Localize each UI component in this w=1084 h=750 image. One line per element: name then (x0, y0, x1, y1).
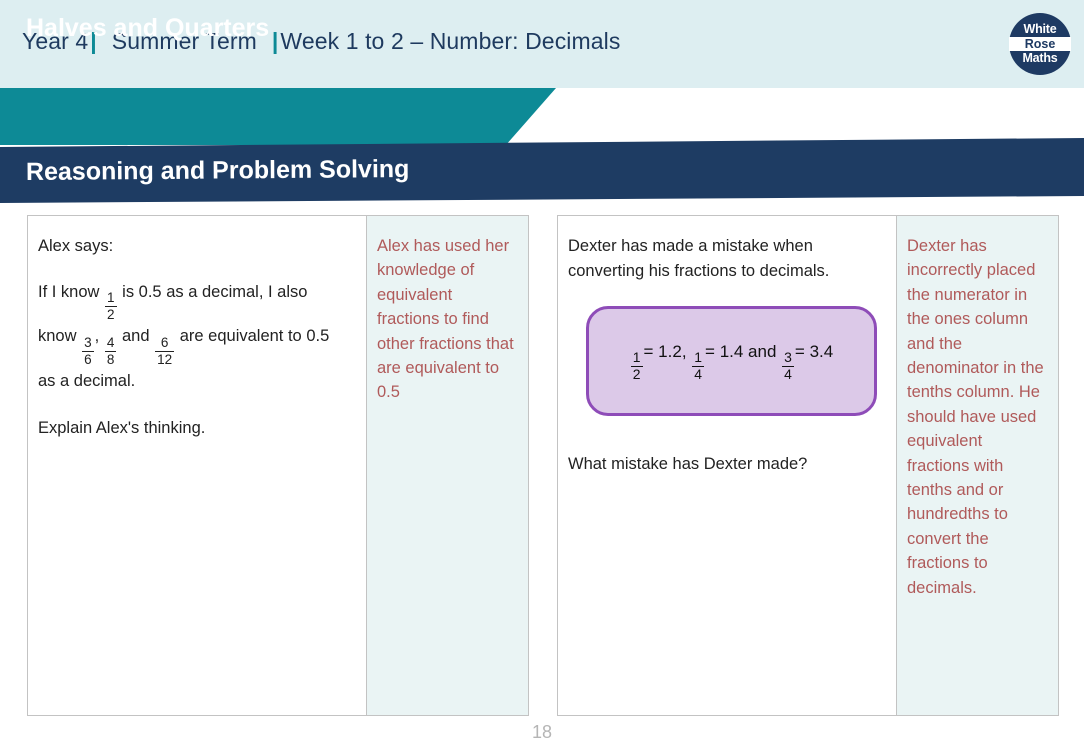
fraction-numerator: 6 (160, 335, 169, 351)
fraction-numerator: 3 (84, 335, 92, 351)
dexter-speech-box: 1 2 = 1.2, 1 4 = 1.4 and 3 4 = 3.4 (586, 305, 877, 416)
question-1-body-line-1: If I know 1 2 is 0.5 as a decimal, I als… (38, 277, 352, 322)
question-1-body: If I know 1 2 is 0.5 as a decimal, I als… (38, 277, 352, 398)
fraction-numerator: 4 (106, 335, 115, 351)
question-panel-2: Dexter has made a mistake when convertin… (557, 215, 1059, 716)
fraction-denominator: 2 (630, 366, 643, 383)
fraction-numerator: 3 (784, 349, 792, 366)
section-banner-label: Reasoning and Problem Solving (25, 154, 410, 186)
dexter-equation-2: = 1.4 and (705, 341, 777, 361)
question-1-body-line-3: as a decimal. (38, 372, 136, 391)
question-2-content: Dexter has made a mistake when convertin… (558, 216, 896, 715)
question-2-intro: Dexter has made a mistake when convertin… (568, 234, 882, 284)
fraction-three-sixths: 3 6 (82, 336, 94, 366)
question-1-body-line-2: know 3 6 , 4 8 and 6 12 are equivalent t… (38, 321, 352, 366)
fraction-six-twelfths: 6 12 (155, 335, 175, 367)
dexter-equation-3: = 3.4 (794, 341, 834, 361)
question-2-prompt: What mistake has Dexter made? (568, 454, 808, 473)
fraction-denominator: 4 (782, 366, 794, 383)
answer-1: Alex has used her knowledge of equivalen… (366, 216, 528, 715)
page-number: 18 (531, 722, 553, 742)
fraction-denominator: 4 (692, 366, 705, 383)
dexter-statement: 1 2 = 1.2, 1 4 = 1.4 and 3 4 = 3.4 (630, 339, 833, 383)
question-2-intro-line-2: converting his fractions to decimals. (568, 261, 830, 280)
header-week: Week 1 to 2 – Number: Decimals (280, 28, 621, 54)
fraction-denominator: 8 (104, 350, 117, 367)
logo-line-rose: Rose (1009, 36, 1071, 52)
question-1-intro: Alex says: (38, 237, 114, 255)
question-1-text-b: is 0.5 as a decimal, I also (122, 282, 308, 301)
question-1-text-e: are equivalent to 0.5 (179, 327, 330, 346)
fraction-numerator: 1 (632, 349, 641, 366)
answer-2: Dexter has incorrectly placed the numera… (896, 216, 1058, 715)
question-1-prompt: Explain Alex's thinking. (38, 418, 206, 437)
question-1-text-a: If I know (38, 282, 100, 301)
topic-banner-label: Halves and Quarters (26, 14, 270, 42)
fraction-denominator: 2 (105, 305, 117, 322)
topic-banner (0, 88, 556, 145)
question-2-intro-line-1: Dexter has made a mistake when (568, 237, 813, 255)
question-1-content: Alex says: If I know 1 2 is 0.5 as a dec… (28, 216, 366, 715)
fraction-one-half: 1 2 (630, 349, 643, 383)
fraction-four-eighths: 4 8 (104, 335, 117, 367)
fraction-one-half: 1 2 (105, 291, 117, 321)
fraction-numerator: 1 (107, 290, 115, 306)
question-panel-1: Alex says: If I know 1 2 is 0.5 as a dec… (27, 215, 529, 716)
fraction-denominator: 12 (155, 350, 175, 367)
header-separator-2: | (271, 28, 279, 54)
fraction-three-quarters: 3 4 (782, 351, 794, 382)
fraction-numerator: 1 (694, 349, 703, 366)
fraction-one-quarter: 1 4 (692, 349, 705, 383)
white-rose-maths-logo: White Rose Maths (1009, 13, 1071, 75)
question-1-comma: , (94, 327, 100, 346)
question-1-text-c: know (38, 327, 77, 346)
question-1-text-d: and (121, 327, 150, 346)
dexter-equation-1: = 1.2, (643, 341, 687, 361)
logo-line-maths: Maths (1022, 51, 1058, 66)
logo-line-white: White (1023, 22, 1057, 37)
fraction-denominator: 6 (82, 350, 94, 367)
